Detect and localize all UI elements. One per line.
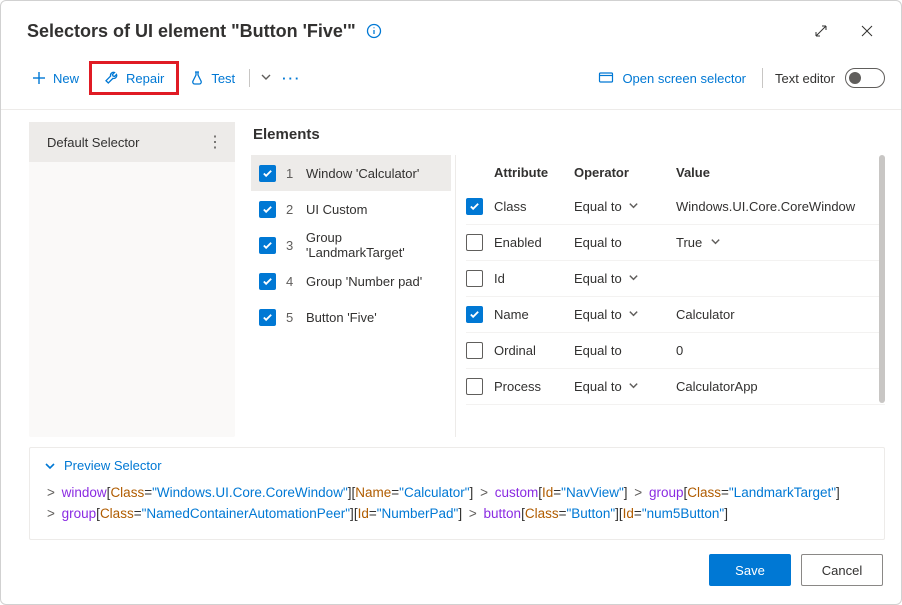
attribute-checkbox[interactable] <box>466 198 483 215</box>
scrollbar[interactable] <box>879 155 885 403</box>
chevron-down-icon[interactable] <box>256 71 276 86</box>
dialog-header: Selectors of UI element "Button 'Five'" <box>1 1 901 55</box>
attribute-name: Ordinal <box>494 343 568 358</box>
text-editor-label: Text editor <box>775 71 835 86</box>
attributes-grid: Attribute Operator Value Class Equal to W… <box>455 155 885 437</box>
open-screen-selector-label: Open screen selector <box>622 71 746 86</box>
attribute-checkbox[interactable] <box>466 342 483 359</box>
new-button[interactable]: New <box>23 66 87 90</box>
dialog-footer: Save Cancel <box>1 540 901 604</box>
attribute-checkbox[interactable] <box>466 378 483 395</box>
attribute-checkbox[interactable] <box>466 306 483 323</box>
open-screen-selector-button[interactable]: Open screen selector <box>588 70 756 86</box>
elements-panel: Elements 1 Window 'Calculator' 2 UI Custom 3… <box>251 122 885 437</box>
element-label: Window 'Calculator' <box>306 166 419 181</box>
element-index: 2 <box>286 202 296 217</box>
preview-toggle[interactable]: Preview Selector <box>44 458 870 483</box>
value-cell: 0 <box>676 343 871 358</box>
test-label: Test <box>211 71 235 86</box>
attribute-row: Ordinal Equal to 0 <box>466 333 885 369</box>
attribute-name: Enabled <box>494 235 568 250</box>
element-index: 4 <box>286 274 296 289</box>
operator-cell: Equal to <box>574 235 670 250</box>
operator-cell[interactable]: Equal to <box>574 199 670 214</box>
chevron-down-icon <box>710 235 721 250</box>
value-cell: Calculator <box>676 307 871 322</box>
operator-cell[interactable]: Equal to <box>574 271 670 286</box>
selector-item[interactable]: Default Selector ⋮ <box>29 122 235 162</box>
chevron-down-icon <box>628 379 639 394</box>
new-label: New <box>53 71 79 86</box>
element-label: UI Custom <box>306 202 367 217</box>
info-icon[interactable] <box>366 23 382 39</box>
element-row[interactable]: 1 Window 'Calculator' <box>251 155 451 191</box>
preview-selector-panel: Preview Selector > window[Class="Windows… <box>29 447 885 540</box>
operator-cell: Equal to <box>574 343 670 358</box>
text-editor-toggle[interactable] <box>845 68 885 88</box>
attribute-name: Process <box>494 379 568 394</box>
repair-button[interactable]: Repair <box>96 66 172 90</box>
element-row[interactable]: 4 Group 'Number pad' <box>251 263 451 299</box>
col-value: Value <box>676 165 871 180</box>
operator-cell[interactable]: Equal to <box>574 307 670 322</box>
save-button[interactable]: Save <box>709 554 791 586</box>
repair-label: Repair <box>126 71 164 86</box>
element-checkbox[interactable] <box>259 201 276 218</box>
text-editor-control: Text editor <box>762 68 885 88</box>
attribute-name: Id <box>494 271 568 286</box>
element-row[interactable]: 5 Button 'Five' <box>251 299 451 335</box>
chevron-down-icon <box>628 307 639 322</box>
attribute-row: Name Equal to Calculator <box>466 297 885 333</box>
repair-highlight: Repair <box>89 61 179 95</box>
toolbar: New Repair Test ··· Open screen selector… <box>1 55 901 110</box>
element-checkbox[interactable] <box>259 165 276 182</box>
element-index: 3 <box>286 238 296 253</box>
operator-cell[interactable]: Equal to <box>574 379 670 394</box>
value-cell: CalculatorApp <box>676 379 871 394</box>
cancel-button[interactable]: Cancel <box>801 554 883 586</box>
attribute-row: Id Equal to <box>466 261 885 297</box>
attribute-checkbox[interactable] <box>466 270 483 287</box>
element-index: 1 <box>286 166 296 181</box>
selector-item-label: Default Selector <box>47 135 140 150</box>
element-index: 5 <box>286 310 296 325</box>
attribute-row: Class Equal to Windows.UI.Core.CoreWindow <box>466 189 885 225</box>
value-cell[interactable]: True <box>676 235 871 250</box>
attribute-name: Class <box>494 199 568 214</box>
elements-list: 1 Window 'Calculator' 2 UI Custom 3 Group 'La… <box>251 155 451 437</box>
attribute-row: Enabled Equal to True <box>466 225 885 261</box>
element-row[interactable]: 2 UI Custom <box>251 191 451 227</box>
close-icon[interactable] <box>853 17 881 45</box>
element-label: Group 'Number pad' <box>306 274 422 289</box>
chevron-down-icon <box>628 199 639 214</box>
attribute-name: Name <box>494 307 568 322</box>
attribute-checkbox[interactable] <box>466 234 483 251</box>
element-label: Button 'Five' <box>306 310 377 325</box>
main-content: Default Selector ⋮ Elements 1 Window 'Cal… <box>1 110 901 437</box>
selector-item-more-icon[interactable]: ⋮ <box>207 132 223 152</box>
element-checkbox[interactable] <box>259 309 276 326</box>
preview-label: Preview Selector <box>64 458 162 473</box>
element-row[interactable]: 3 Group 'LandmarkTarget' <box>251 227 451 263</box>
element-label: Group 'LandmarkTarget' <box>306 230 443 260</box>
element-checkbox[interactable] <box>259 273 276 290</box>
col-attribute: Attribute <box>494 165 568 180</box>
test-button[interactable]: Test <box>181 66 243 90</box>
attribute-row: Process Equal to CalculatorApp <box>466 369 885 405</box>
dialog-title: Selectors of UI element "Button 'Five'" <box>27 21 356 42</box>
toolbar-divider <box>249 69 250 87</box>
attributes-header: Attribute Operator Value <box>466 155 885 189</box>
col-operator: Operator <box>574 165 670 180</box>
element-checkbox[interactable] <box>259 237 276 254</box>
elements-heading: Elements <box>251 122 885 155</box>
chevron-down-icon <box>628 271 639 286</box>
restore-icon[interactable] <box>807 17 835 45</box>
selectors-list: Default Selector ⋮ <box>29 122 235 437</box>
value-cell: Windows.UI.Core.CoreWindow <box>676 199 871 214</box>
preview-body: > window[Class="Windows.UI.Core.CoreWind… <box>44 483 870 525</box>
more-icon[interactable]: ··· <box>276 71 307 86</box>
